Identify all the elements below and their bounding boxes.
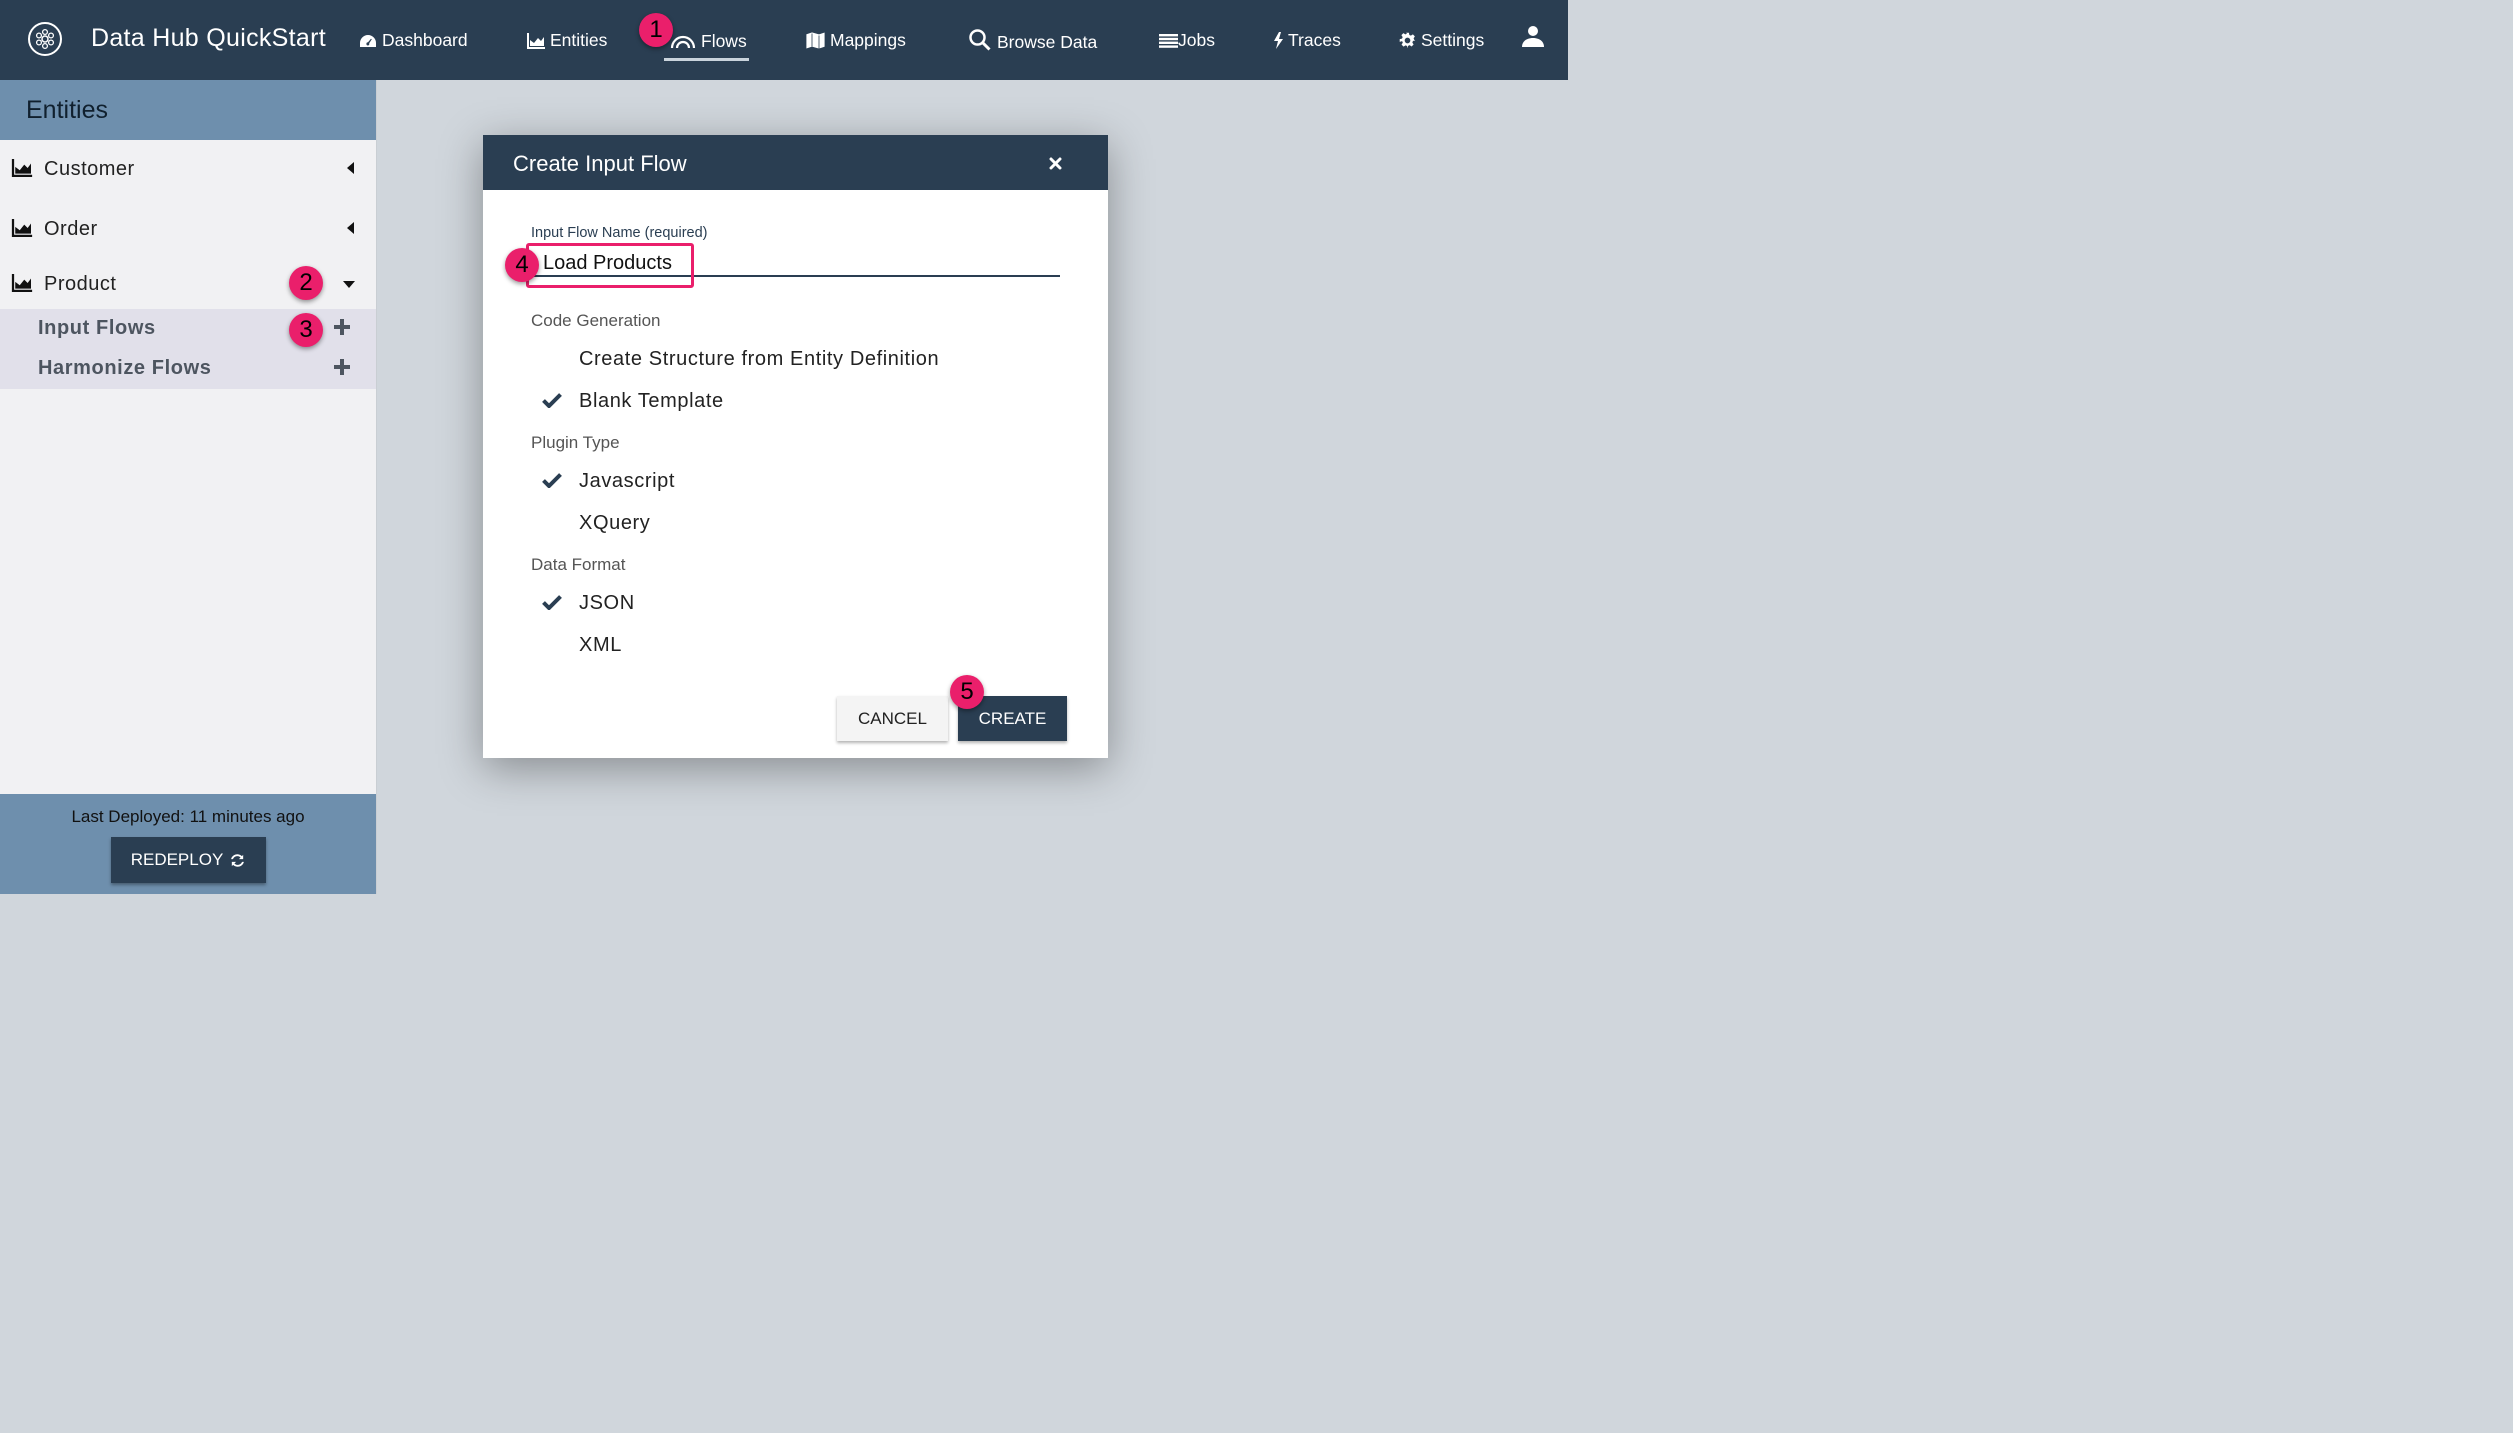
entities-sidebar: Entities Customer Order Product Input Fl… (0, 80, 377, 894)
option-label: XML (579, 634, 622, 656)
map-icon (806, 32, 825, 49)
nav-jobs-label: Jobs (1178, 30, 1215, 50)
gear-icon (1399, 32, 1416, 49)
nav-dashboard-label: Dashboard (382, 30, 468, 50)
input-highlight-box (526, 243, 694, 288)
sidebar-header: Entities (0, 80, 376, 140)
close-icon[interactable] (1049, 157, 1062, 170)
nav-entities[interactable]: Entities (527, 30, 607, 51)
app-logo-icon[interactable] (28, 22, 62, 56)
entity-chart-icon (11, 159, 33, 177)
option-blank-template[interactable]: Blank Template (483, 384, 1108, 420)
nav-jobs[interactable]: Jobs (1159, 30, 1215, 51)
nav-settings[interactable]: Settings (1399, 30, 1484, 51)
add-input-flow-icon[interactable] (334, 319, 350, 335)
caret-left-icon[interactable] (347, 162, 354, 174)
nav-browse-data-label: Browse Data (997, 32, 1098, 52)
option-label: XQuery (579, 512, 651, 534)
redeploy-button[interactable]: REDEPLOY (111, 837, 266, 883)
redeploy-label: REDEPLOY (130, 850, 224, 869)
search-icon (969, 28, 991, 51)
sidebar-footer: Last Deployed: 11 minutes ago REDEPLOY (0, 794, 376, 894)
plugin-type-label: Plugin Type (531, 433, 620, 452)
dialog-header: Create Input Flow (483, 135, 1108, 190)
option-javascript[interactable]: Javascript (483, 464, 1108, 500)
entity-row-customer[interactable]: Customer (0, 145, 376, 195)
bolt-icon (1274, 32, 1283, 49)
caret-left-icon[interactable] (347, 222, 354, 234)
nav-mappings[interactable]: Mappings (806, 30, 906, 51)
code-generation-label: Code Generation (531, 311, 661, 330)
nav-mappings-label: Mappings (830, 30, 906, 50)
entity-label: Product (44, 273, 117, 295)
entity-chart-icon (11, 219, 33, 237)
step-marker-4: 4 (505, 248, 539, 282)
cancel-button[interactable]: CANCEL (837, 696, 948, 741)
nav-dashboard[interactable]: Dashboard (359, 30, 468, 51)
entity-label: Customer (44, 158, 135, 180)
entity-row-order[interactable]: Order (0, 205, 376, 255)
option-label: Javascript (579, 470, 676, 492)
option-create-structure[interactable]: Create Structure from Entity Definition (483, 342, 1108, 378)
flow-name-label: Input Flow Name (required) (531, 225, 708, 241)
option-json[interactable]: JSON (483, 586, 1108, 622)
caret-down-icon[interactable] (343, 281, 355, 288)
app-title: Data Hub QuickStart (91, 24, 326, 52)
last-deployed-text: Last Deployed: 11 minutes ago (71, 807, 305, 826)
step-marker-3: 3 (289, 313, 323, 347)
option-xml[interactable]: XML (483, 628, 1108, 664)
nav-entities-label: Entities (550, 30, 608, 50)
step-marker-1: 1 (639, 13, 673, 47)
dashboard-icon (360, 34, 376, 47)
entity-label: Order (44, 218, 98, 240)
checkmark-icon (542, 473, 562, 488)
nav-flows-label: Flows (701, 31, 747, 51)
option-label: JSON (579, 592, 635, 614)
dialog-title: Create Input Flow (513, 151, 687, 176)
active-tab-indicator (664, 58, 749, 61)
sub-item-label: Harmonize Flows (38, 357, 212, 379)
step-marker-5: 5 (950, 675, 984, 709)
create-input-flow-dialog: Create Input Flow Input Flow Name (requi… (483, 135, 1108, 758)
user-icon[interactable] (1521, 24, 1545, 53)
nav-settings-label: Settings (1421, 30, 1485, 50)
chart-icon (527, 32, 545, 49)
nav-traces-label: Traces (1288, 30, 1341, 50)
top-navigation-bar: Data Hub QuickStart Dashboard Entities F… (0, 0, 1568, 80)
checkmark-icon (542, 595, 562, 610)
nav-browse-data[interactable]: Browse Data (968, 26, 1097, 53)
refresh-icon (231, 853, 245, 867)
option-label: Blank Template (579, 390, 724, 412)
entity-chart-icon (11, 274, 33, 292)
data-format-label: Data Format (531, 555, 626, 574)
add-harmonize-flow-icon[interactable] (334, 359, 350, 375)
list-icon (1159, 33, 1178, 48)
nav-traces[interactable]: Traces (1273, 30, 1341, 51)
option-xquery[interactable]: XQuery (483, 506, 1108, 542)
flows-icon (670, 35, 696, 48)
step-marker-2: 2 (289, 266, 323, 300)
nav-flows[interactable]: Flows (670, 31, 747, 52)
sidebar-title: Entities (26, 96, 108, 124)
checkmark-icon (542, 393, 562, 408)
sub-item-label: Input Flows (38, 317, 156, 339)
sub-item-harmonize-flows[interactable]: Harmonize Flows (0, 349, 376, 389)
option-label: Create Structure from Entity Definition (579, 348, 940, 370)
